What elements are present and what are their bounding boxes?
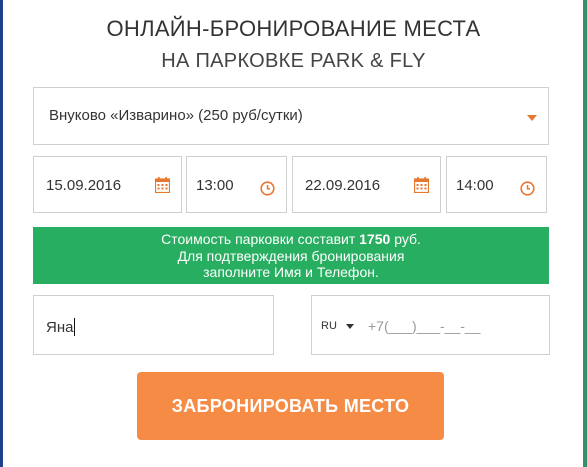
- name-input[interactable]: Яна: [33, 295, 274, 355]
- name-input-value: Яна: [46, 318, 76, 336]
- arrival-time-field[interactable]: 13:00: [186, 156, 287, 213]
- phone-input[interactable]: RU +7(___)___-__-__: [311, 295, 550, 355]
- fill-line: заполните Имя и Телефон.: [203, 264, 379, 280]
- phone-placeholder: +7(___)___-__-__: [368, 318, 481, 334]
- text-cursor: [74, 318, 76, 336]
- calendar-icon[interactable]: [414, 177, 429, 193]
- departure-time-value: 14:00: [456, 177, 494, 194]
- price-notice: Стоимость парковки составит 1750 руб. Дл…: [33, 227, 549, 284]
- departure-date-field[interactable]: 22.09.2016: [292, 156, 441, 213]
- price-line: Стоимость парковки составит 1750 руб.: [33, 231, 549, 248]
- page-subtitle: НА ПАРКОВКЕ PARK & FLY: [161, 50, 426, 72]
- page-title: ОНЛАЙН-БРОНИРОВАНИЕ МЕСТА: [106, 16, 481, 41]
- book-place-button[interactable]: ЗАБРОНИРОВАТЬ МЕСТО: [137, 372, 444, 440]
- caret-down-icon[interactable]: [346, 324, 354, 329]
- arrival-time-value: 13:00: [196, 177, 234, 194]
- departure-date-value: 22.09.2016: [305, 177, 381, 194]
- parking-select-value: Внуково «Изварино» (250 руб/сутки): [49, 107, 303, 124]
- clock-icon[interactable]: [260, 181, 275, 196]
- price-amount: 1750: [359, 231, 391, 247]
- country-code-select[interactable]: RU: [321, 320, 337, 332]
- price-suffix: руб.: [394, 231, 421, 247]
- price-prefix: Стоимость парковки составит: [161, 231, 356, 247]
- calendar-icon[interactable]: [155, 177, 170, 193]
- confirm-line: Для подтверждения бронирования: [177, 247, 405, 264]
- clock-icon[interactable]: [520, 181, 535, 196]
- departure-time-field[interactable]: 14:00: [446, 156, 547, 213]
- name-value: Яна: [46, 319, 74, 336]
- parking-select[interactable]: Внуково «Изварино» (250 руб/сутки): [33, 87, 549, 145]
- arrival-date-field[interactable]: 15.09.2016: [33, 156, 182, 213]
- arrival-date-value: 15.09.2016: [46, 177, 122, 194]
- caret-down-icon: [527, 115, 537, 121]
